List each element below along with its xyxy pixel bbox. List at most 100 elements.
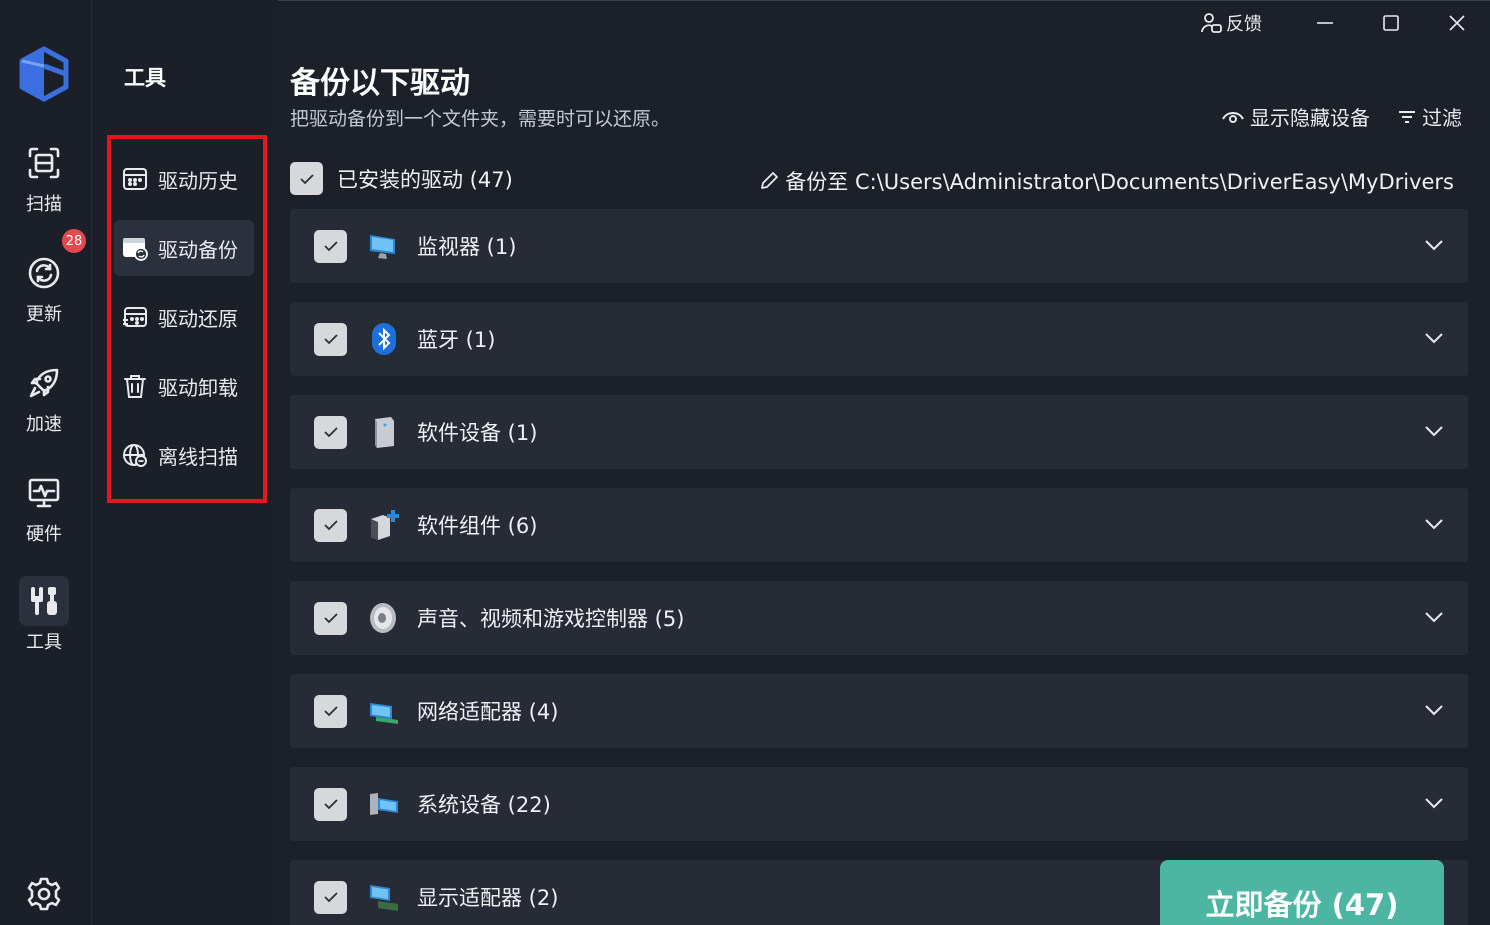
bluetooth-icon — [372, 323, 396, 355]
speaker-icon — [370, 603, 396, 633]
category-name: 显示适配器 (2) — [417, 886, 559, 910]
rail-update[interactable]: 更新 — [14, 248, 74, 328]
select-all-checkbox[interactable] — [290, 162, 323, 195]
software-component-icon — [371, 510, 399, 540]
offline-scan-icon — [123, 444, 147, 467]
chevron-down-icon[interactable] — [1424, 421, 1444, 441]
checkmark-icon — [323, 334, 338, 345]
chevron-down-icon[interactable] — [1424, 235, 1444, 255]
category-name: 软件组件 (6) — [417, 514, 538, 538]
chevron-down-icon[interactable] — [1424, 700, 1444, 720]
checkmark-icon — [323, 241, 338, 252]
maximize-icon — [1383, 15, 1399, 31]
hardware-icon — [28, 478, 60, 508]
pencil-icon — [761, 172, 779, 189]
rail-scan-label: 扫描 — [26, 194, 62, 215]
display-adapter-icon — [370, 885, 398, 911]
menu-driver-restore-label: 驱动还原 — [158, 306, 238, 331]
category-name: 软件设备 (1) — [417, 421, 538, 445]
tools-icon — [31, 587, 57, 615]
trash-icon — [124, 375, 146, 398]
category-name: 声音、视频和游戏控制器 (5) — [417, 607, 685, 631]
menu-driver-history[interactable]: 驱动历史 — [114, 151, 254, 207]
minimize-button[interactable] — [1292, 0, 1358, 46]
category-row-software-component[interactable]: 软件组件 (6) — [290, 488, 1468, 562]
rail-boost[interactable]: 加速 — [14, 358, 74, 438]
category-checkbox[interactable] — [314, 415, 347, 449]
history-icon — [123, 168, 147, 190]
checkmark-icon — [299, 173, 314, 184]
titlebar-controls: 反馈 — [1200, 0, 1490, 46]
category-row-monitor[interactable]: 监视器 (1) — [290, 209, 1468, 283]
category-name: 系统设备 (22) — [417, 793, 551, 817]
chevron-down-icon[interactable] — [1424, 607, 1444, 627]
left-rail: 扫描 更新 28 加速 硬件 工具 — [0, 0, 92, 925]
rail-scan[interactable]: 扫描 — [14, 138, 74, 218]
backup-path-label: 备份至 C:\Users\Administrator\Documents\Dri… — [785, 170, 1454, 194]
filter-icon — [1399, 110, 1415, 123]
settings-gear-icon[interactable] — [26, 876, 62, 912]
backup-now-button[interactable]: 立即备份 (47) — [1160, 860, 1444, 925]
menu-driver-backup[interactable]: 驱动备份 — [114, 220, 254, 276]
chevron-down-icon[interactable] — [1424, 328, 1444, 348]
scan-icon — [28, 147, 60, 179]
select-all-row: 已安装的驱动 (47) — [290, 162, 513, 195]
select-all-label: 已安装的驱动 (47) — [337, 167, 513, 192]
category-row-network-adapter[interactable]: 网络适配器 (4) — [290, 674, 1468, 748]
menu-driver-uninstall[interactable]: 驱动卸载 — [114, 358, 254, 414]
page-title: 备份以下驱动 — [290, 66, 470, 101]
maximize-button[interactable] — [1358, 0, 1424, 46]
update-icon — [28, 257, 60, 289]
menu-driver-backup-label: 驱动备份 — [158, 237, 238, 262]
eye-icon — [1222, 111, 1244, 123]
checkmark-icon — [323, 706, 338, 717]
backup-icon — [123, 238, 148, 261]
checkmark-icon — [323, 613, 338, 624]
category-checkbox[interactable] — [314, 694, 347, 728]
filter-label: 过滤 — [1422, 106, 1462, 130]
show-hidden-devices-button[interactable]: 显示隐藏设备 — [1222, 102, 1370, 131]
rocket-icon — [29, 368, 59, 398]
category-checkbox[interactable] — [314, 880, 347, 914]
feedback-button[interactable]: 反馈 — [1200, 10, 1262, 36]
menu-driver-restore[interactable]: 驱动还原 — [114, 289, 254, 345]
feedback-user-icon — [1201, 13, 1222, 33]
chevron-down-icon[interactable] — [1424, 793, 1444, 813]
backup-path-button[interactable]: 备份至 C:\Users\Administrator\Documents\Dri… — [759, 166, 1454, 196]
rail-hardware-label: 硬件 — [26, 524, 62, 545]
category-row-software-device[interactable]: 软件设备 (1) — [290, 395, 1468, 469]
close-button[interactable] — [1424, 0, 1490, 46]
monitor-icon — [370, 235, 395, 259]
update-count-badge: 28 — [62, 229, 86, 253]
header-actions: 显示隐藏设备 过滤 — [1222, 102, 1462, 131]
category-row-system-device[interactable]: 系统设备 (22) — [290, 767, 1468, 841]
system-device-icon — [370, 793, 398, 815]
category-row-sound-video[interactable]: 声音、视频和游戏控制器 (5) — [290, 581, 1468, 655]
category-row-bluetooth[interactable]: 蓝牙 (1) — [290, 302, 1468, 376]
rail-update-label: 更新 — [26, 304, 62, 325]
network-adapter-icon — [370, 703, 398, 724]
category-checkbox[interactable] — [314, 787, 347, 821]
rail-tools[interactable]: 工具 — [14, 576, 74, 656]
rail-boost-label: 加速 — [26, 414, 62, 435]
menu-offline-scan[interactable]: 离线扫描 — [114, 427, 254, 483]
show-hidden-devices-label: 显示隐藏设备 — [1250, 106, 1370, 130]
chevron-down-icon[interactable] — [1424, 514, 1444, 534]
close-icon — [1449, 15, 1465, 31]
filter-button[interactable]: 过滤 — [1398, 102, 1462, 131]
app-logo-icon — [19, 46, 69, 102]
checkmark-icon — [323, 427, 338, 438]
minimize-icon — [1317, 22, 1333, 24]
feedback-label: 反馈 — [1226, 14, 1262, 35]
rail-hardware[interactable]: 硬件 — [14, 468, 74, 548]
category-checkbox[interactable] — [314, 229, 347, 263]
tools-panel-title: 工具 — [124, 66, 166, 90]
checkmark-icon — [323, 892, 338, 903]
category-checkbox[interactable] — [314, 508, 347, 542]
checkmark-icon — [323, 520, 338, 531]
category-checkbox[interactable] — [314, 601, 347, 635]
category-checkbox[interactable] — [314, 322, 347, 356]
page-subtitle: 把驱动备份到一个文件夹，需要时可以还原。 — [290, 108, 671, 130]
category-name: 网络适配器 (4) — [417, 700, 559, 724]
category-name: 监视器 (1) — [417, 235, 517, 259]
